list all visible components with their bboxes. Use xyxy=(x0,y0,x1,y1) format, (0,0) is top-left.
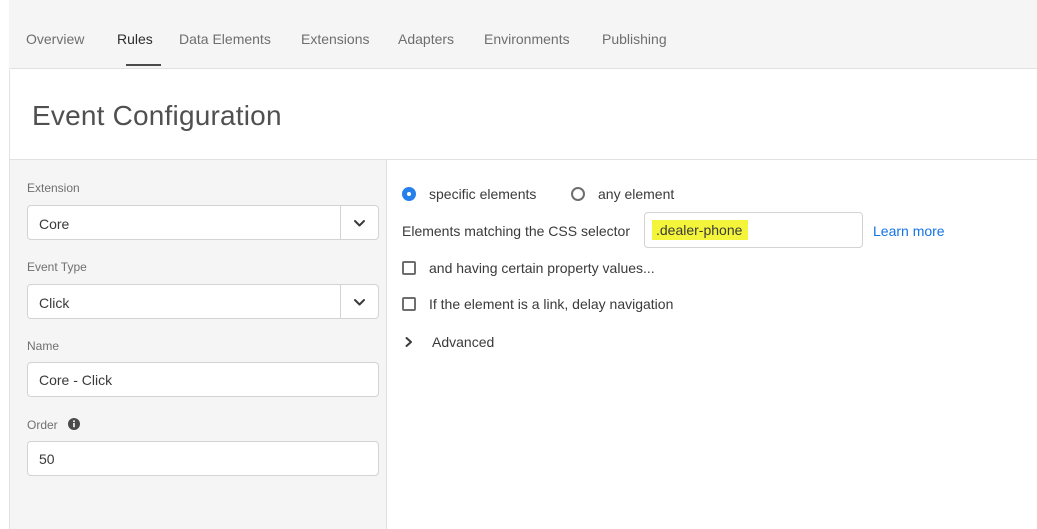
radio-button-checked[interactable] xyxy=(402,187,416,201)
name-input[interactable] xyxy=(27,362,379,397)
delay-navigation-label: If the element is a link, delay navigati… xyxy=(429,296,674,312)
tab-extensions[interactable]: Extensions xyxy=(301,31,369,47)
right-panel: specific elements any element Elements m… xyxy=(388,160,1037,529)
property-values-checkbox[interactable] xyxy=(402,261,416,275)
chevron-right-icon xyxy=(405,337,412,347)
tab-adapters[interactable]: Adapters xyxy=(398,31,454,47)
top-navigation: Overview Rules Data Elements Extensions … xyxy=(9,0,1037,69)
radio-any-element[interactable]: any element xyxy=(571,186,674,202)
chevron-down-icon xyxy=(354,299,365,306)
event-type-select-value: Click xyxy=(39,295,70,311)
select-divider xyxy=(340,206,341,239)
advanced-label: Advanced xyxy=(432,334,495,350)
event-type-select[interactable]: Click xyxy=(27,284,379,319)
extension-select-value: Core xyxy=(39,216,70,232)
radio-specific-elements[interactable]: specific elements xyxy=(402,186,536,202)
event-type-label: Event Type xyxy=(27,260,87,274)
extension-select[interactable]: Core xyxy=(27,205,379,240)
tab-publishing[interactable]: Publishing xyxy=(602,31,667,47)
page-header: Event Configuration xyxy=(9,70,1037,160)
css-selector-input[interactable]: .dealer-phone xyxy=(644,212,863,248)
extension-label: Extension xyxy=(27,181,80,195)
property-values-option[interactable]: and having certain property values... xyxy=(402,260,655,276)
delay-navigation-checkbox[interactable] xyxy=(402,297,416,311)
learn-more-link[interactable]: Learn more xyxy=(873,223,945,239)
css-selector-value: .dealer-phone xyxy=(652,220,749,240)
advanced-toggle[interactable]: Advanced xyxy=(404,334,494,350)
tab-rules[interactable]: Rules xyxy=(117,31,153,47)
active-tab-indicator xyxy=(126,64,161,66)
chevron-down-icon xyxy=(354,220,365,227)
delay-navigation-option[interactable]: If the element is a link, delay navigati… xyxy=(402,296,673,312)
radio-any-label: any element xyxy=(598,186,675,202)
property-values-label: and having certain property values... xyxy=(429,260,655,276)
css-selector-label: Elements matching the CSS selector xyxy=(402,223,630,239)
select-divider xyxy=(340,285,341,318)
tab-overview[interactable]: Overview xyxy=(26,31,84,47)
radio-button[interactable] xyxy=(571,187,585,201)
page-title: Event Configuration xyxy=(32,100,282,131)
order-input[interactable] xyxy=(27,441,379,476)
radio-specific-label: specific elements xyxy=(429,186,537,202)
left-panel: Extension Core Event Type Click Name Ord… xyxy=(9,160,387,529)
order-label: Order xyxy=(27,418,58,432)
tab-environments[interactable]: Environments xyxy=(484,31,570,47)
info-icon[interactable] xyxy=(68,418,80,430)
name-label: Name xyxy=(27,339,60,353)
tab-data-elements[interactable]: Data Elements xyxy=(179,31,271,47)
